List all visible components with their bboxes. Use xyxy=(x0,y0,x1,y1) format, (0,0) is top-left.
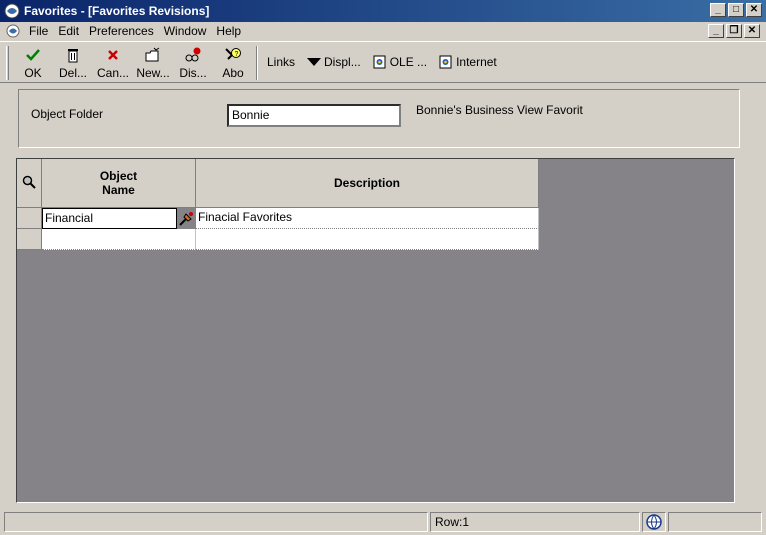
display-icon xyxy=(184,46,202,64)
grid-corner-header[interactable] xyxy=(17,159,42,208)
menu-file[interactable]: File xyxy=(24,24,53,38)
toolbar-grip xyxy=(6,46,9,80)
trash-icon xyxy=(65,46,81,64)
app-icon xyxy=(4,3,20,19)
links-label: Links xyxy=(267,55,296,69)
about-icon: ? xyxy=(224,46,242,64)
close-button[interactable]: ✕ xyxy=(746,3,762,17)
display-label: Dis... xyxy=(179,66,207,80)
links-menu[interactable]: Links xyxy=(261,42,301,82)
internet-label: Internet xyxy=(456,55,497,69)
status-panel-main xyxy=(4,512,428,532)
cancel-x-icon xyxy=(105,46,121,64)
delete-label: Del... xyxy=(58,66,87,80)
cancel-button[interactable]: Can... xyxy=(93,42,133,80)
ok-label: OK xyxy=(24,66,42,80)
menu-window[interactable]: Window xyxy=(159,24,212,38)
internet-link[interactable]: Internet xyxy=(433,42,503,82)
ole-label: OLE ... xyxy=(389,55,428,69)
globe-icon xyxy=(646,514,662,533)
description-cell[interactable]: Finacial Favorites xyxy=(196,208,539,229)
new-folder-icon xyxy=(144,46,162,64)
new-label: New... xyxy=(136,66,170,80)
toolbar-separator xyxy=(256,46,258,80)
column-header-description[interactable]: Description xyxy=(196,159,539,208)
row-selector[interactable] xyxy=(17,229,42,250)
object-name-cell[interactable] xyxy=(42,229,196,250)
svg-text:?: ? xyxy=(235,51,239,58)
checkmark-icon xyxy=(25,46,41,64)
ole-icon xyxy=(373,55,387,69)
object-folder-description: Bonnie's Business View Favorit xyxy=(416,103,583,117)
maximize-button[interactable]: □ xyxy=(728,3,744,17)
mdi-restore-button[interactable]: ❐ xyxy=(726,24,742,38)
menu-bar: File Edit Preferences Window Help _ ❐ ✕ xyxy=(0,22,766,40)
new-button[interactable]: New... xyxy=(133,42,173,80)
ok-button[interactable]: OK xyxy=(13,42,53,80)
status-row-indicator: Row:1 xyxy=(430,512,640,532)
menu-preferences[interactable]: Preferences xyxy=(84,24,159,38)
document-icon[interactable] xyxy=(6,24,20,38)
row-selector[interactable] xyxy=(17,208,42,229)
mdi-close-button[interactable]: ✕ xyxy=(744,24,760,38)
status-bar: Row:1 xyxy=(0,509,766,535)
favorites-grid[interactable]: Object Name Description Financial Finaci… xyxy=(16,158,735,503)
about-button[interactable]: ? Abo xyxy=(213,42,253,80)
object-folder-label: Object Folder xyxy=(31,107,104,121)
display-menu[interactable]: Displ... xyxy=(301,42,367,82)
description-cell[interactable] xyxy=(196,229,539,250)
object-folder-field[interactable]: Bonnie xyxy=(227,104,401,127)
dropdown-arrow-icon xyxy=(307,57,322,67)
visual-assist-icon[interactable] xyxy=(177,210,195,228)
menu-edit[interactable]: Edit xyxy=(53,24,84,38)
display-menu-label: Displ... xyxy=(324,55,361,69)
title-bar: Favorites - [Favorites Revisions] _ □ ✕ xyxy=(0,0,766,22)
internet-icon xyxy=(439,55,453,69)
minimize-button[interactable]: _ xyxy=(710,3,726,17)
about-label: Abo xyxy=(222,66,244,80)
toolbar: OK Del... Can... New... Dis... ? Abo Lin… xyxy=(0,41,766,83)
delete-button[interactable]: Del... xyxy=(53,42,93,80)
cancel-label: Can... xyxy=(96,66,129,80)
menu-help[interactable]: Help xyxy=(211,24,246,38)
status-globe-panel xyxy=(642,512,666,532)
find-icon[interactable] xyxy=(22,175,36,192)
status-panel-extra xyxy=(668,512,762,532)
object-name-cell[interactable]: Financial xyxy=(42,208,177,229)
window-title: Favorites - [Favorites Revisions] xyxy=(24,4,210,18)
column-header-object-name[interactable]: Object Name xyxy=(42,159,196,208)
ole-link[interactable]: OLE ... xyxy=(367,42,433,82)
mdi-minimize-button[interactable]: _ xyxy=(708,24,724,38)
display-button[interactable]: Dis... xyxy=(173,42,213,80)
header-panel: Object Folder Bonnie Bonnie's Business V… xyxy=(18,89,740,148)
